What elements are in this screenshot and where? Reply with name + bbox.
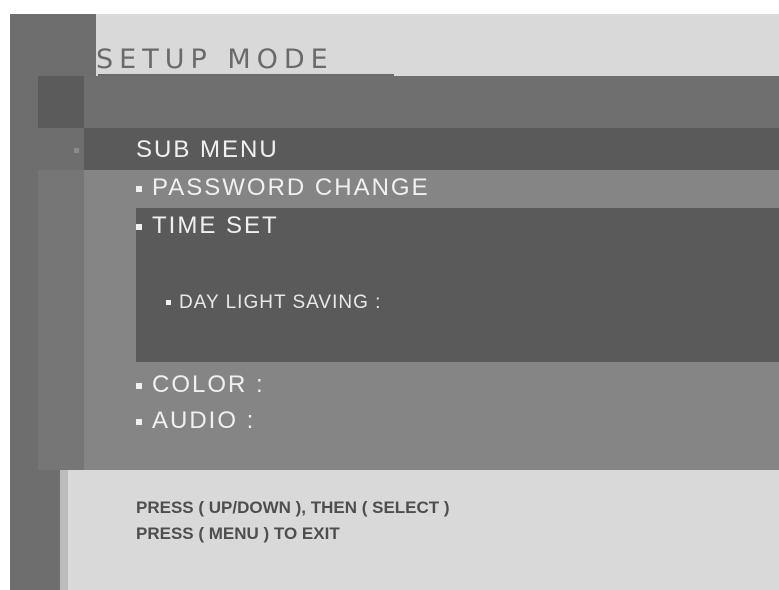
menu-item-audio[interactable]: AUDIO : [136,407,255,435]
submenu-marker-icon [74,148,79,153]
header-bar-inner [84,76,779,128]
menu-left-edge [38,170,84,470]
title-underline [98,74,394,76]
menu-item-password-change[interactable]: PASSWORD CHANGE [136,174,430,202]
help-line-navigate: PRESS ( UP/DOWN ), THEN ( SELECT ) [136,498,450,517]
menu-item-day-light-saving[interactable]: DAY LIGHT SAVING : [166,292,381,314]
menu-item-label: TIME SET [152,212,279,239]
menu-item-time-set[interactable]: TIME SET [136,212,279,240]
menu-item-color[interactable]: COLOR : [136,371,265,399]
menu-item-label: DAY LIGHT SAVING : [179,292,382,313]
bullet-icon [136,223,142,230]
bullet-icon [136,382,142,389]
help-panel-edge [60,470,68,590]
submenu-label: SUB MENU [136,136,279,163]
bullet-icon [166,300,171,306]
help-line-exit: PRESS ( MENU ) TO EXIT [136,524,340,543]
menu-item-label: COLOR : [152,371,265,398]
menu-item-label: AUDIO : [152,407,256,434]
bullet-icon [136,418,142,425]
bullet-icon [136,185,142,192]
menu-item-label: PASSWORD CHANGE [152,174,430,201]
page-title: SETUP MODE [96,44,334,75]
